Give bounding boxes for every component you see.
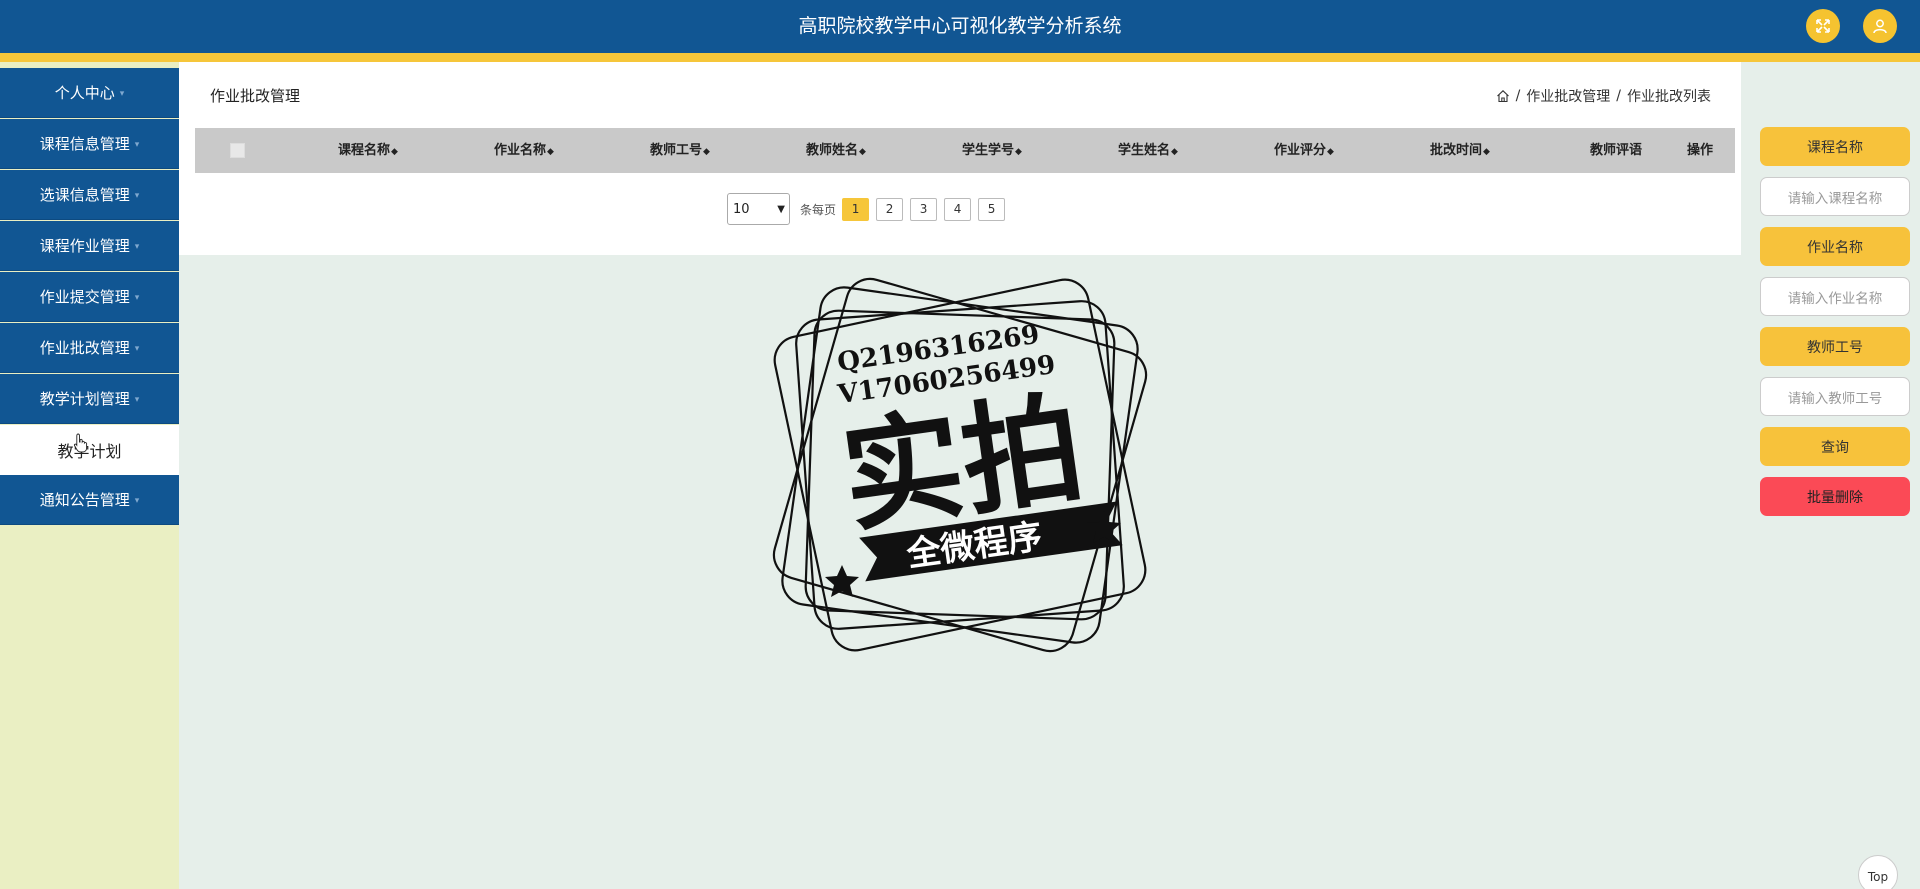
column-header-score[interactable]: 作业评分◆ <box>1239 128 1369 173</box>
batch-delete-button[interactable]: 批量删除 <box>1760 477 1910 516</box>
sidebar-item-homework-submission[interactable]: 作业提交管理 ▾ <box>0 272 179 322</box>
column-header-label: 学生学号 <box>962 143 1015 158</box>
sort-icon: ◆ <box>1015 147 1022 157</box>
sidebar-item-homework-grading[interactable]: 作业批改管理 ▾ <box>0 323 179 373</box>
sidebar-item-course-selection[interactable]: 选课信息管理 ▾ <box>0 170 179 220</box>
page-button-4[interactable]: 4 <box>944 197 972 221</box>
sidebar-item-notice[interactable]: 通知公告管理 ▾ <box>0 475 179 525</box>
sort-icon: ◆ <box>1171 147 1178 157</box>
sidebar-item-label: 个人中心 <box>54 84 115 102</box>
chevron-down-icon: ▾ <box>134 190 140 201</box>
sidebar-subitem-teaching-plan[interactable]: 教学计划 <box>0 425 179 475</box>
course-name-label: 课程名称 <box>1760 127 1910 166</box>
table-header: 课程名称◆ 作业名称◆ 教师工号◆ 教师姓名◆ 学生学号◆ 学生姓名◆ 作业评分… <box>195 128 1735 173</box>
chevron-down-icon: ▾ <box>134 394 140 405</box>
breadcrumb-item-grading[interactable]: 作业批改管理 <box>1526 86 1610 106</box>
page-button-1[interactable]: 1 <box>842 197 870 221</box>
column-header-label: 教师姓名 <box>806 143 859 158</box>
main-panel: 作业批改管理 / 作业批改管理 / 作业批改列表 课程名称◆ 作业名称◆ 教师工… <box>179 62 1741 255</box>
chevron-down-icon: ▾ <box>134 139 140 150</box>
pointer-cursor-icon <box>73 433 88 453</box>
chevron-down-icon: ▾ <box>134 292 140 303</box>
select-all-checkbox[interactable] <box>230 143 245 158</box>
column-header-label: 教师工号 <box>650 143 703 158</box>
fullscreen-icon <box>1816 19 1830 33</box>
sidebar-item-label: 作业提交管理 <box>39 288 130 306</box>
sidebar-item-label: 通知公告管理 <box>39 491 130 509</box>
back-to-top-button[interactable]: Top <box>1858 855 1898 889</box>
sidebar-item-personal-center[interactable]: 个人中心 ▾ <box>0 68 179 118</box>
sidebar-item-course-homework[interactable]: 课程作业管理 ▾ <box>0 221 179 271</box>
page-button-5[interactable]: 5 <box>978 197 1006 221</box>
per-page-label: 条每页 <box>800 202 837 217</box>
sidebar-item-course-info[interactable]: 课程信息管理 ▾ <box>0 119 179 169</box>
column-header-student-id[interactable]: 学生学号◆ <box>927 128 1057 173</box>
user-icon <box>1873 19 1887 34</box>
column-header-label: 教师评语 <box>1589 143 1642 158</box>
watermark-stamp: Q2196316269 V17060256499 实拍 全微程序 <box>772 277 1148 653</box>
page-size-select[interactable]: 10 ▼ <box>727 193 790 225</box>
fullscreen-button[interactable] <box>1806 9 1840 43</box>
page-size-value: 10 <box>733 201 750 217</box>
column-header-course-name[interactable]: 课程名称◆ <box>303 128 433 173</box>
sidebar-item-teaching-plan[interactable]: 教学计划管理 ▾ <box>0 374 179 424</box>
sort-icon: ◆ <box>703 147 710 157</box>
sort-icon: ◆ <box>391 147 398 157</box>
teacher-id-label: 教师工号 <box>1760 327 1910 366</box>
column-header-teacher-name[interactable]: 教师姓名◆ <box>771 128 901 173</box>
column-header-teacher-comment: 教师评语 <box>1551 128 1681 173</box>
chevron-down-icon: ▾ <box>134 343 140 354</box>
homework-name-input[interactable]: 请输入作业名称 <box>1760 277 1910 316</box>
column-header-actions: 操作 <box>1665 128 1735 173</box>
breadcrumb-separator: / <box>1616 88 1621 104</box>
sort-icon: ◆ <box>1483 147 1490 157</box>
user-button[interactable] <box>1863 9 1897 43</box>
column-header-label: 批改时间 <box>1430 143 1483 158</box>
column-header-label: 作业名称 <box>494 143 547 158</box>
chevron-down-icon: ▾ <box>119 88 125 99</box>
chevron-down-icon: ▾ <box>134 495 140 506</box>
chevron-down-icon: ▼ <box>777 203 785 215</box>
sidebar-item-label: 选课信息管理 <box>39 186 130 204</box>
column-header-grading-time[interactable]: 批改时间◆ <box>1395 128 1525 173</box>
column-header-label: 课程名称 <box>338 143 391 158</box>
page-button-3[interactable]: 3 <box>910 197 938 221</box>
page-button-2[interactable]: 2 <box>876 197 904 221</box>
sidebar-item-label: 课程作业管理 <box>39 237 130 255</box>
column-header-teacher-id[interactable]: 教师工号◆ <box>615 128 745 173</box>
header-accent-bar <box>0 53 1920 62</box>
app-title: 高职院校教学中心可视化教学分析系统 <box>798 15 1122 37</box>
query-button[interactable]: 查询 <box>1760 427 1910 466</box>
sort-icon: ◆ <box>859 147 866 157</box>
sort-icon: ◆ <box>547 147 554 157</box>
column-header-label: 操作 <box>1686 143 1713 158</box>
breadcrumb: / 作业批改管理 / 作业批改列表 <box>1496 86 1711 106</box>
breadcrumb-separator: / <box>1515 88 1521 104</box>
column-header-label: 学生姓名 <box>1118 143 1171 158</box>
column-header-label: 作业评分 <box>1274 143 1327 158</box>
chevron-down-icon: ▾ <box>134 241 140 252</box>
homework-name-label: 作业名称 <box>1760 227 1910 266</box>
sidebar-item-label: 课程信息管理 <box>39 135 130 153</box>
page-title: 作业批改管理 <box>210 87 301 105</box>
pagination: 10 ▼ 条每页 1 2 3 4 5 <box>727 193 1012 225</box>
teacher-id-input[interactable]: 请输入教师工号 <box>1760 377 1910 416</box>
sidebar-item-label: 教学计划管理 <box>39 390 130 408</box>
breadcrumb-item-current: 作业批改列表 <box>1627 89 1711 105</box>
column-header-student-name[interactable]: 学生姓名◆ <box>1083 128 1213 173</box>
course-name-input[interactable]: 请输入课程名称 <box>1760 177 1910 216</box>
sidebar-subitem-label: 教学计划 <box>57 442 122 461</box>
home-icon[interactable] <box>1496 89 1510 103</box>
sidebar-item-label: 作业批改管理 <box>39 339 130 357</box>
column-header-homework-name[interactable]: 作业名称◆ <box>459 128 589 173</box>
sort-icon: ◆ <box>1327 147 1334 157</box>
